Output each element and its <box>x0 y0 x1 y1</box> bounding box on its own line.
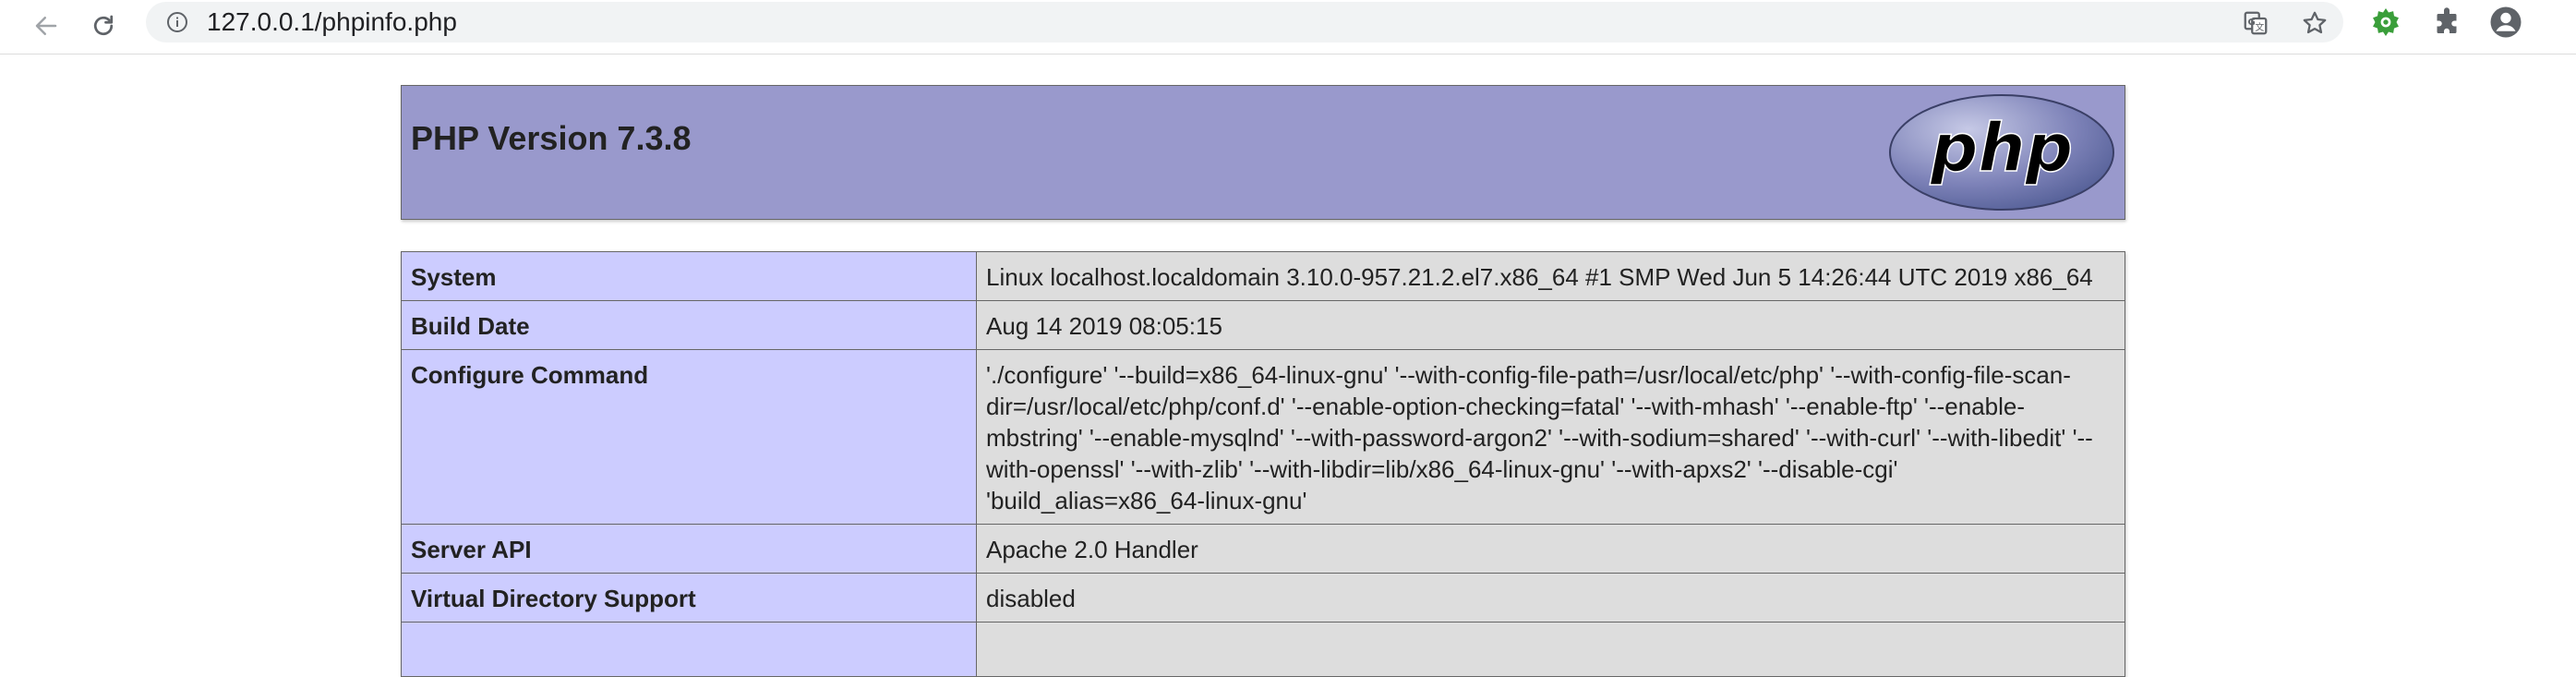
row-value: './configure' '--build=x86_64-linux-gnu'… <box>976 349 2125 525</box>
extension-gear-icon[interactable] <box>2369 6 2402 39</box>
page-title: PHP Version 7.3.8 <box>411 119 692 157</box>
row-key: Server API <box>401 524 977 574</box>
back-button[interactable] <box>26 6 66 46</box>
table-row: Virtual Directory Support disabled <box>401 573 2125 623</box>
table-row: System Linux localhost.localdomain 3.10.0… <box>401 251 2125 301</box>
address-bar[interactable]: 127.0.0.1/phpinfo.php G 文 <box>146 2 2343 42</box>
table-row: Server API Apache 2.0 Handler <box>401 524 2125 574</box>
row-value: disabled <box>976 573 2125 623</box>
php-version-header: PHP Version 7.3.8 php <box>401 85 2125 220</box>
star-icon[interactable] <box>2301 9 2329 37</box>
translate-icon[interactable]: G 文 <box>2242 9 2269 37</box>
table-row <box>401 622 2125 677</box>
php-logo[interactable]: php <box>1888 93 2115 212</box>
back-arrow-icon <box>35 17 57 35</box>
row-value: Aug 14 2019 08:05:15 <box>976 300 2125 350</box>
url-text[interactable]: 127.0.0.1/phpinfo.php <box>207 7 457 37</box>
info-icon[interactable] <box>166 11 188 33</box>
row-key: System <box>401 251 977 301</box>
table-row: Configure Command './configure' '--build=… <box>401 349 2125 525</box>
table-row: Build Date Aug 14 2019 08:05:15 <box>401 300 2125 350</box>
phpinfo-container: PHP Version 7.3.8 php System Linux localh… <box>401 85 2125 677</box>
row-value <box>976 622 2125 677</box>
reload-icon <box>93 15 114 36</box>
profile-icon[interactable] <box>2489 6 2522 39</box>
row-key <box>401 622 977 677</box>
row-key: Build Date <box>401 300 977 350</box>
row-key: Configure Command <box>401 349 977 525</box>
reload-button[interactable] <box>83 6 124 46</box>
row-value: Linux localhost.localdomain 3.10.0-957.2… <box>976 251 2125 301</box>
browser-toolbar: 127.0.0.1/phpinfo.php G 文 <box>0 0 2576 54</box>
row-value: Apache 2.0 Handler <box>976 524 2125 574</box>
php-logo-text: php <box>1930 109 2073 187</box>
info-table: System Linux localhost.localdomain 3.10.0… <box>401 251 2125 677</box>
svg-text:文: 文 <box>2255 21 2264 33</box>
puzzle-icon[interactable] <box>2430 6 2463 39</box>
row-key: Virtual Directory Support <box>401 573 977 623</box>
